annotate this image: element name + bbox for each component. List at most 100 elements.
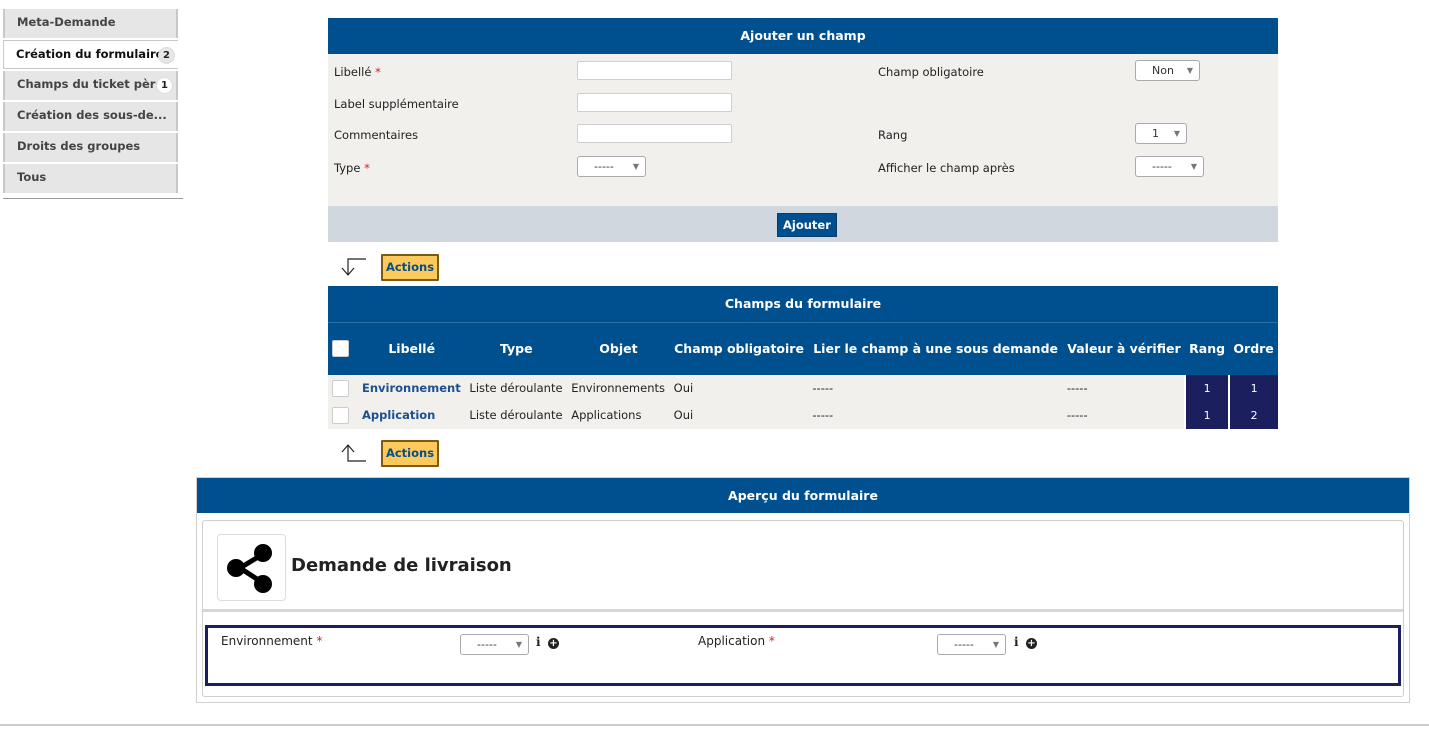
required-mark: * [316, 634, 323, 648]
column-header[interactable]: Ordre [1229, 322, 1278, 375]
add-circle-icon[interactable]: + [1026, 638, 1037, 649]
preview-card: Demande de livraison Environnement * ---… [202, 520, 1404, 697]
add-circle-icon[interactable]: + [548, 638, 559, 649]
afficher-apres-label: Afficher le champ après [878, 161, 1015, 175]
fields-table-title: Champs du formulaire [328, 286, 1278, 322]
objet-cell: Environnements [567, 374, 670, 402]
column-header[interactable]: Objet [567, 322, 670, 375]
preview-title: Aperçu du formulaire [197, 478, 1409, 513]
column-header[interactable]: Libellé [358, 322, 466, 375]
ajouter-button[interactable]: Ajouter [777, 213, 837, 237]
arrow-down-left-icon [341, 258, 366, 276]
type-cell: Liste déroulante [465, 374, 568, 402]
row-checkbox[interactable] [332, 379, 349, 397]
divider [203, 609, 1403, 612]
required-mark: * [364, 161, 370, 175]
chevron-down-icon: ▼ [1186, 66, 1193, 75]
ordre-cell[interactable]: 1 [1228, 374, 1278, 402]
application-label-text: Application [698, 634, 766, 648]
label-supp-input[interactable] [577, 93, 732, 112]
type-label-text: Type [334, 161, 361, 175]
tab-label: Création du formulaire [16, 47, 164, 61]
table-row: Environnement Liste déroulante Environne… [328, 374, 1278, 402]
tab-label: Création des sous-de... [17, 108, 167, 122]
rang-select[interactable]: 1 ▼ [1135, 123, 1187, 144]
form-fields-panel: Champs du formulaire Libellé Type Objet … [328, 286, 1278, 429]
tab-droits-groupes[interactable]: Droits des groupes [3, 133, 178, 162]
share-icon [217, 534, 286, 601]
field-link[interactable]: Application [358, 401, 466, 429]
environnement-select[interactable]: ----- ▼ [460, 634, 529, 655]
fields-table: Libellé Type Objet Champ obligatoire Lie… [328, 322, 1278, 429]
column-header[interactable]: Valeur à vérifier [1062, 322, 1186, 375]
required-mark: * [375, 65, 381, 79]
obligatoire-select-value: Non [1152, 64, 1174, 77]
select-all-checkbox[interactable] [332, 340, 349, 358]
required-mark: * [768, 634, 775, 648]
tab-creation-sous-demandes[interactable]: Création des sous-de... [3, 102, 178, 131]
form-preview-panel: Aperçu du formulaire Demande de livraiso… [196, 477, 1410, 703]
type-select-value: ----- [594, 160, 614, 173]
chevron-down-icon: ▼ [1173, 129, 1180, 138]
row-checkbox[interactable] [332, 406, 349, 424]
tab-creation-formulaire[interactable]: Création du formulaire 2 [3, 40, 178, 69]
application-select-value: ----- [954, 638, 974, 651]
tab-tous[interactable]: Tous [3, 164, 178, 193]
libelle-label-text: Libellé [334, 65, 372, 79]
arrow-up-left-icon [341, 444, 366, 462]
column-header[interactable]: Type [465, 322, 568, 375]
label-supp-label: Label supplémentaire [334, 97, 459, 111]
type-label: Type * [334, 161, 370, 175]
lier-cell: ----- [808, 401, 1063, 429]
add-field-form: Libellé * Label supplémentaire Commentai… [328, 54, 1278, 206]
column-header[interactable]: Rang [1185, 322, 1230, 375]
chevron-down-icon: ▼ [992, 640, 999, 649]
obligatoire-select[interactable]: Non ▼ [1135, 60, 1200, 81]
libelle-label: Libellé * [334, 65, 381, 79]
afficher-apres-select[interactable]: ----- ▼ [1135, 156, 1204, 177]
valeur-cell: ----- [1062, 374, 1186, 402]
type-select[interactable]: ----- ▼ [577, 156, 646, 177]
tab-meta-demande[interactable]: Meta-Demande [3, 9, 178, 38]
rang-cell: 1 [1184, 374, 1230, 402]
chevron-down-icon: ▼ [1190, 162, 1197, 171]
chevron-down-icon: ▼ [632, 162, 639, 171]
environnement-label: Environnement * [221, 634, 322, 648]
rang-cell: 1 [1184, 401, 1230, 429]
application-select[interactable]: ----- ▼ [937, 634, 1006, 655]
libelle-input[interactable] [577, 61, 732, 80]
count-badge: 1 [156, 77, 173, 94]
obligatoire-cell: Oui [669, 401, 809, 429]
column-header[interactable]: Lier le champ à une sous demande [808, 322, 1063, 375]
tab-label: Champs du ticket père [17, 77, 164, 91]
info-icon[interactable]: i [536, 635, 541, 649]
table-row: Application Liste déroulante Application… [328, 401, 1278, 429]
actions-button[interactable]: Actions [381, 440, 439, 467]
footer-divider [0, 724, 1429, 726]
field-link[interactable]: Environnement [358, 374, 466, 402]
commentaires-input[interactable] [577, 124, 732, 143]
rang-select-value: 1 [1152, 127, 1159, 140]
rang-label: Rang [878, 128, 908, 142]
lier-cell: ----- [808, 374, 1063, 402]
tab-label: Tous [17, 170, 47, 184]
add-field-panel: Ajouter un champ Libellé * Label supplém… [328, 18, 1278, 242]
info-icon[interactable]: i [1014, 635, 1019, 649]
ordre-cell[interactable]: 2 [1228, 401, 1278, 429]
column-header[interactable]: Champ obligatoire [669, 322, 809, 375]
form-name: Demande de livraison [291, 555, 512, 576]
objet-cell: Applications [567, 401, 670, 429]
select-all-cell [328, 322, 358, 375]
table-header-row: Libellé Type Objet Champ obligatoire Lie… [328, 322, 1278, 375]
actions-bottom: Actions [336, 440, 456, 468]
tab-label: Meta-Demande [17, 15, 116, 29]
add-button-bar: Ajouter [328, 206, 1278, 242]
tab-label: Droits des groupes [17, 139, 141, 153]
environnement-select-value: ----- [477, 638, 497, 651]
tab-list: Meta-Demande Création du formulaire 2 Cha… [3, 9, 183, 199]
valeur-cell: ----- [1062, 401, 1186, 429]
tab-champs-ticket-pere[interactable]: Champs du ticket père 1 [3, 71, 178, 100]
environnement-label-text: Environnement [221, 634, 313, 648]
actions-button[interactable]: Actions [381, 254, 439, 281]
row-checkbox-cell [328, 374, 358, 402]
